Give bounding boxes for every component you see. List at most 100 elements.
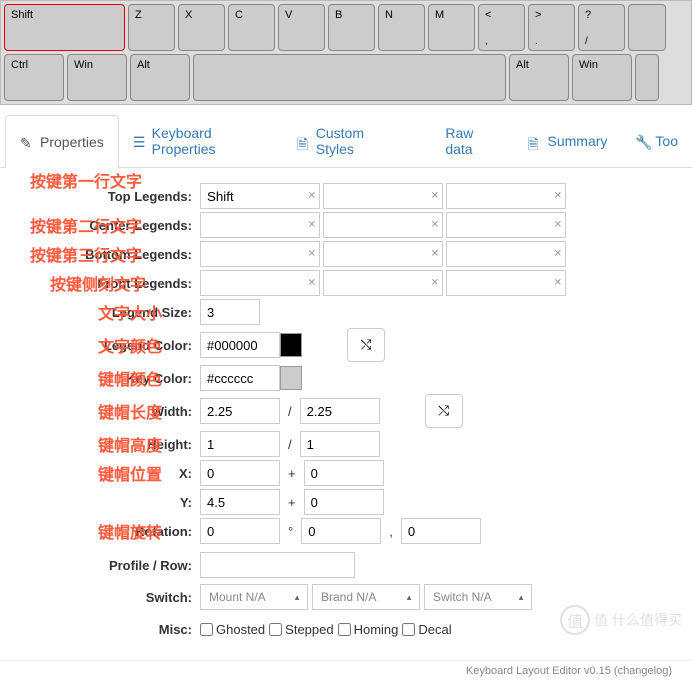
- tab-bar: ✎Properties☰Keyboard Properties🗎Custom S…: [0, 115, 692, 168]
- shuffle-button[interactable]: ⤭: [425, 394, 463, 428]
- width-1-input[interactable]: [200, 398, 280, 424]
- height-1-input[interactable]: [200, 431, 280, 457]
- key-blank[interactable]: [635, 54, 659, 101]
- shuffle-icon: ⤭: [361, 337, 372, 353]
- bottom-legend-3[interactable]: [446, 241, 566, 267]
- legend-color-swatch[interactable]: [280, 333, 302, 357]
- key-?[interactable]: ?/: [578, 4, 625, 51]
- clear-icon[interactable]: ✕: [308, 278, 316, 289]
- legend-size-input[interactable]: [200, 299, 260, 325]
- bottom-legend-2[interactable]: [323, 241, 443, 267]
- y-1-input[interactable]: [200, 489, 280, 515]
- mount-select[interactable]: Mount N/A: [200, 584, 308, 610]
- key-color-swatch[interactable]: [280, 366, 302, 390]
- checkbox-ghosted[interactable]: [200, 623, 213, 636]
- key-x[interactable]: X: [178, 4, 225, 51]
- profile-input[interactable]: [200, 552, 355, 578]
- separator: /: [280, 404, 300, 419]
- rotation-1-input[interactable]: [200, 518, 280, 544]
- clear-icon[interactable]: ✕: [431, 249, 439, 260]
- profile-label: Profile / Row:: [5, 558, 200, 573]
- tab-custom-styles[interactable]: 🗎Custom Styles: [283, 115, 413, 167]
- misc-decal[interactable]: Decal: [402, 622, 451, 637]
- clear-icon[interactable]: ✕: [308, 220, 316, 231]
- clear-icon[interactable]: ✕: [431, 278, 439, 289]
- key-v[interactable]: V: [278, 4, 325, 51]
- key-c[interactable]: C: [228, 4, 275, 51]
- key-ctrl[interactable]: Ctrl: [4, 54, 64, 101]
- height-2-input[interactable]: [300, 431, 380, 457]
- center-legend-3[interactable]: [446, 212, 566, 238]
- clear-icon[interactable]: ✕: [431, 191, 439, 202]
- front-legend-1[interactable]: [200, 270, 320, 296]
- key-shift[interactable]: Shift: [4, 4, 125, 51]
- key-blank[interactable]: [628, 4, 666, 51]
- watermark-icon: 值: [560, 605, 590, 635]
- key->[interactable]: >.: [528, 4, 575, 51]
- clear-icon[interactable]: ✕: [308, 249, 316, 260]
- wrench-icon: 🔧: [635, 134, 649, 148]
- footer-text: Keyboard Layout Editor v0.15 (changelog): [0, 660, 692, 681]
- top-legend-2[interactable]: [323, 183, 443, 209]
- shuffle-button[interactable]: ⤭: [347, 328, 385, 362]
- switch-label: Switch:: [5, 590, 200, 605]
- code-icon: [427, 134, 440, 148]
- key-blank[interactable]: [193, 54, 506, 101]
- key-alt[interactable]: Alt: [509, 54, 569, 101]
- annotation: 文字大小: [98, 300, 162, 324]
- tab-summary[interactable]: 🗎Summary: [514, 115, 622, 167]
- annotation: 按键第三行文字: [30, 242, 142, 266]
- doc-icon: 🗎: [297, 134, 310, 148]
- annotation: 按键第二行文字: [30, 213, 142, 237]
- misc-label: Misc:: [5, 622, 200, 637]
- tab-raw-data[interactable]: Raw data: [413, 115, 514, 167]
- brand-select[interactable]: Brand N/A: [312, 584, 420, 610]
- key-m[interactable]: M: [428, 4, 475, 51]
- key-z[interactable]: Z: [128, 4, 175, 51]
- front-legend-2[interactable]: [323, 270, 443, 296]
- key-b[interactable]: B: [328, 4, 375, 51]
- checkbox-decal[interactable]: [402, 623, 415, 636]
- tab-too[interactable]: 🔧Too: [621, 115, 692, 167]
- separator: ,: [381, 524, 401, 539]
- rotation-2-input[interactable]: [301, 518, 381, 544]
- center-legend-2[interactable]: [323, 212, 443, 238]
- annotation: 键帽颜色: [98, 366, 162, 390]
- tab-keyboard-properties[interactable]: ☰Keyboard Properties: [119, 115, 283, 167]
- clear-icon[interactable]: ✕: [554, 220, 562, 231]
- x-2-input[interactable]: [304, 460, 384, 486]
- key-win[interactable]: Win: [572, 54, 632, 101]
- key-alt[interactable]: Alt: [130, 54, 190, 101]
- key-win[interactable]: Win: [67, 54, 127, 101]
- shuffle-icon: ⤭: [438, 403, 449, 419]
- front-legend-3[interactable]: [446, 270, 566, 296]
- tab-properties[interactable]: ✎Properties: [5, 115, 119, 168]
- checkbox-stepped[interactable]: [269, 623, 282, 636]
- separator: °: [280, 524, 301, 539]
- checkbox-homing[interactable]: [338, 623, 351, 636]
- switch-select[interactable]: Switch N/A: [424, 584, 532, 610]
- width-2-input[interactable]: [300, 398, 380, 424]
- clear-icon[interactable]: ✕: [554, 249, 562, 260]
- separator: /: [280, 437, 300, 452]
- rotation-3-input[interactable]: [401, 518, 481, 544]
- annotation: 键帽高度: [98, 432, 162, 456]
- bottom-legend-1[interactable]: [200, 241, 320, 267]
- clear-icon[interactable]: ✕: [554, 278, 562, 289]
- misc-ghosted[interactable]: Ghosted: [200, 622, 265, 637]
- x-1-input[interactable]: [200, 460, 280, 486]
- y-2-input[interactable]: [304, 489, 384, 515]
- misc-stepped[interactable]: Stepped: [269, 622, 333, 637]
- top-legend-3[interactable]: [446, 183, 566, 209]
- legend-color-input[interactable]: [200, 332, 280, 358]
- clear-icon[interactable]: ✕: [431, 220, 439, 231]
- annotation: 按键第一行文字: [30, 168, 142, 192]
- clear-icon[interactable]: ✕: [308, 191, 316, 202]
- key-<[interactable]: <,: [478, 4, 525, 51]
- misc-homing[interactable]: Homing: [338, 622, 399, 637]
- clear-icon[interactable]: ✕: [554, 191, 562, 202]
- center-legend-1[interactable]: [200, 212, 320, 238]
- key-n[interactable]: N: [378, 4, 425, 51]
- top-legend-1[interactable]: [200, 183, 320, 209]
- key-color-input[interactable]: [200, 365, 280, 391]
